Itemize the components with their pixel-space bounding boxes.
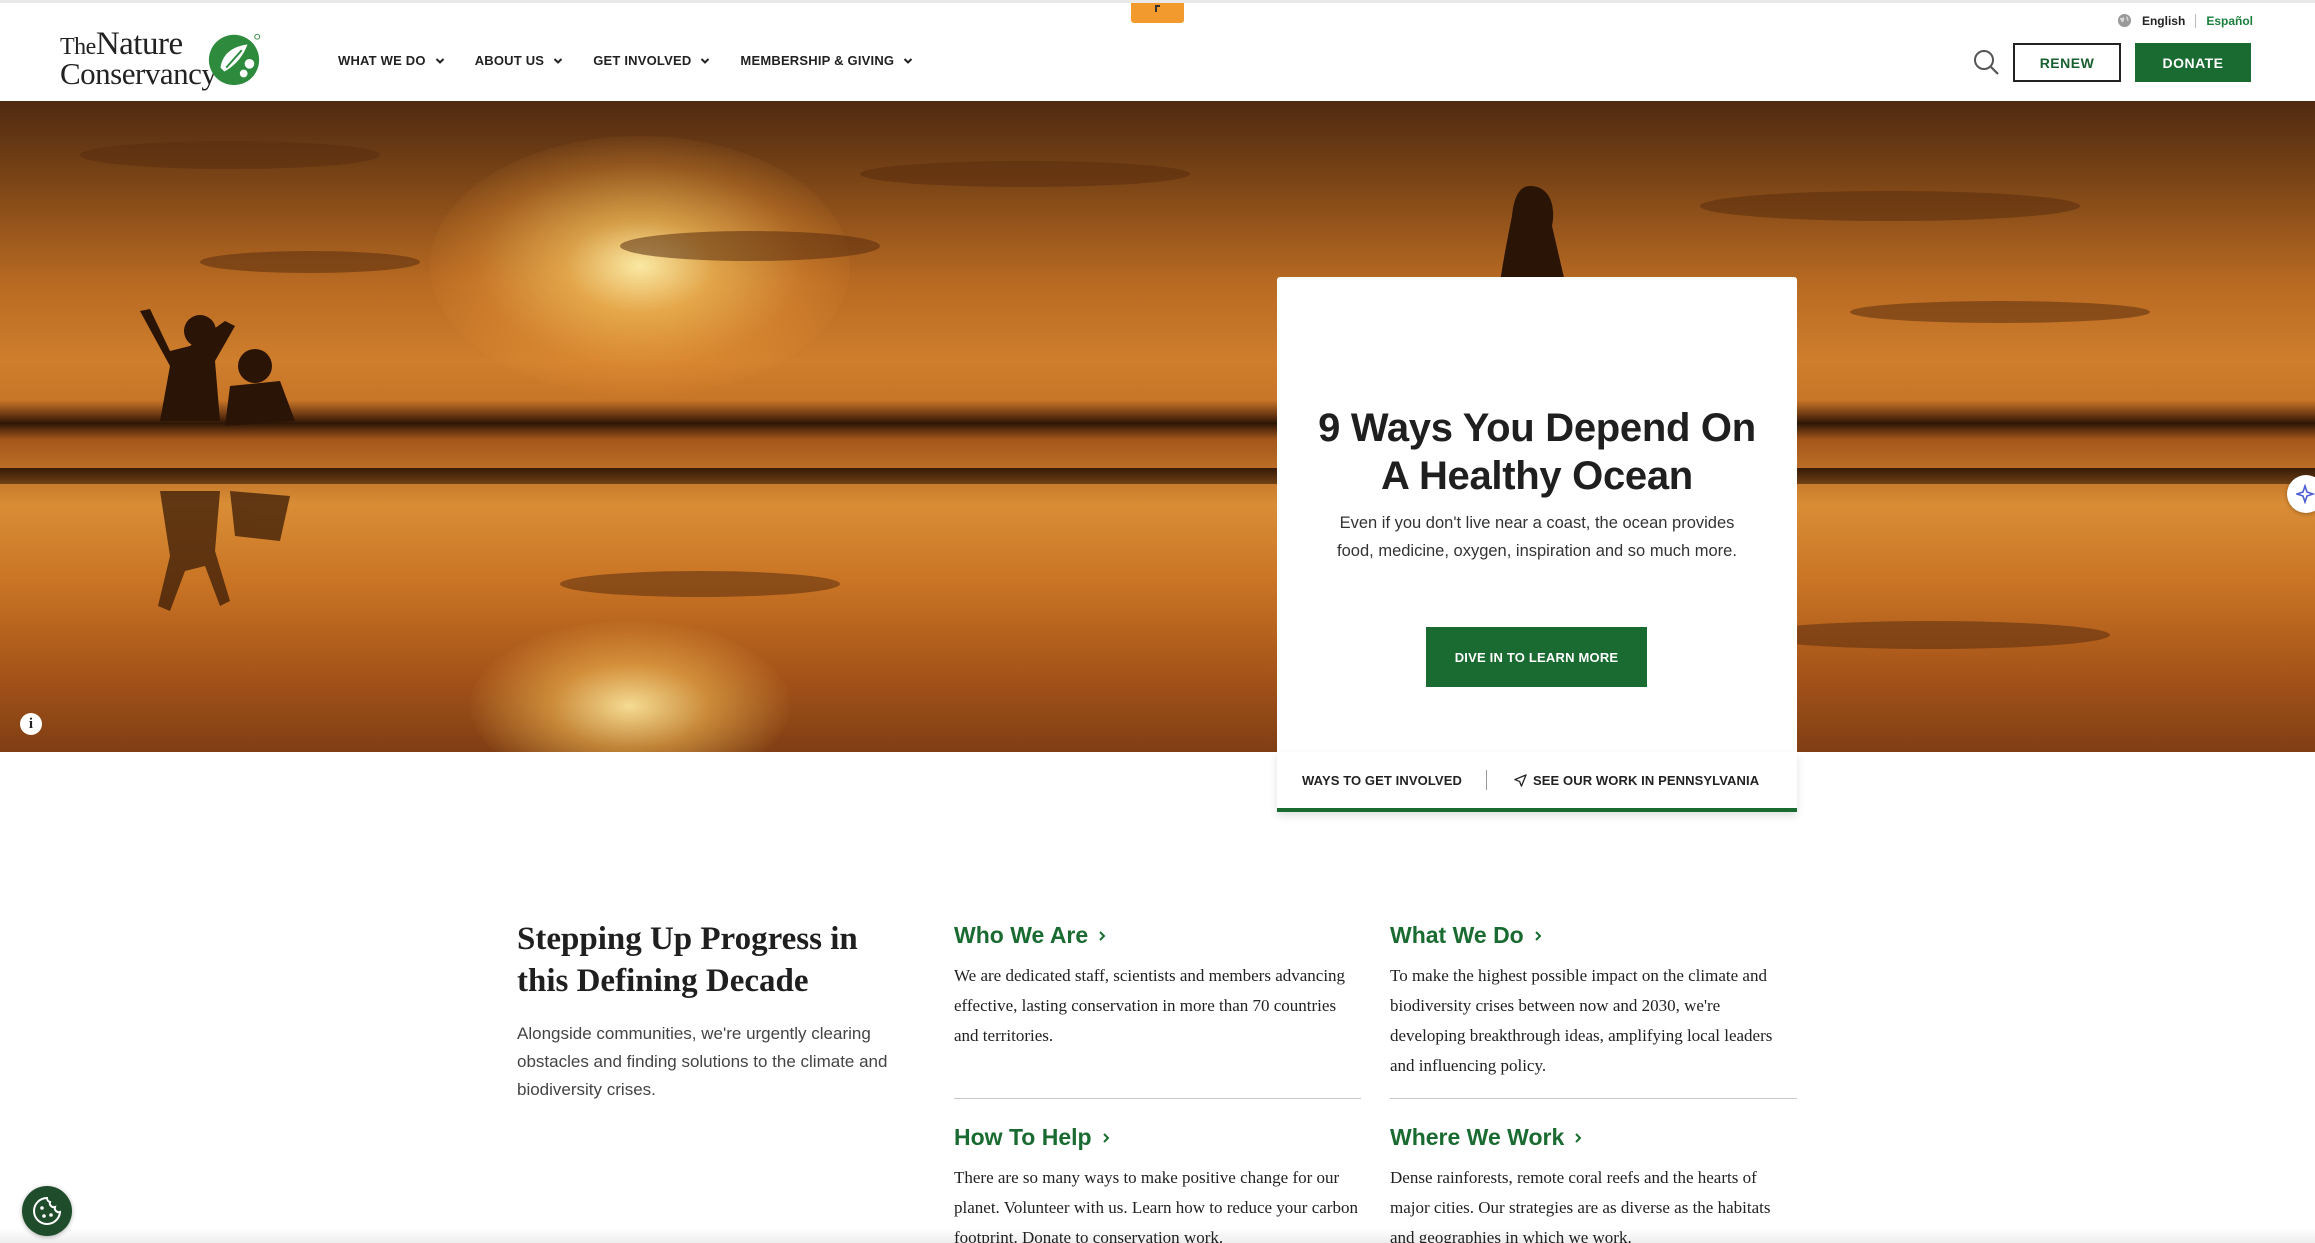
nav-item-membership-giving[interactable]: MEMBERSHIP & GIVING [740,53,913,68]
how-to-help-link[interactable]: How To Help [954,1124,1361,1151]
feedback-tab[interactable] [1131,3,1184,23]
where-we-work-link[interactable]: Where We Work [1390,1124,1797,1151]
language-switcher: English Español [2117,13,2253,28]
section-divider [1390,1098,1797,1099]
nav-item-get-involved[interactable]: GET INVOLVED [593,53,710,68]
chevron-right-icon [1575,1132,1582,1143]
section-title: What We Do [1390,922,1524,948]
chevron-right-icon [1099,930,1106,941]
section-text: To make the highest possible impact on t… [1390,966,1773,1075]
sun-glow [430,136,850,396]
chevron-down-icon [904,57,913,64]
main-nav: WHAT WE DO ABOUT US GET INVOLVED MEMBERS… [338,53,943,68]
section-who-we-are: Who We Are We are dedicated staff, scien… [954,922,1361,1051]
nav-label: GET INVOLVED [593,53,692,68]
link-divider [1485,770,1487,790]
logo-conservancy: Conservancy [60,55,217,91]
intro-title: Stepping Up Progress in this Defining De… [517,921,858,999]
section-text: We are dedicated staff, scientists and m… [954,966,1346,1045]
intro-body: Alongside communities, we're urgently cl… [517,1024,888,1099]
donate-button[interactable]: DONATE [2135,43,2251,82]
chevron-right-icon [1535,930,1542,941]
who-we-are-link[interactable]: Who We Are [954,922,1361,949]
what-we-do-link[interactable]: What We Do [1390,922,1797,949]
info-icon[interactable]: i [20,713,42,735]
chevron-down-icon [435,57,444,64]
cloud [560,571,840,597]
language-english[interactable]: English [2142,14,2185,28]
section-divider [954,1098,1361,1099]
hero-image: i [0,101,2315,752]
chevron-down-icon [553,57,563,64]
sun-reflection [470,621,790,752]
feature-card: 9 Ways You Depend On A Healthy Ocean Eve… [1277,277,1797,752]
feature-card-links: WAYS TO GET INVOLVED SEE OUR WORK IN PEN… [1277,752,1797,812]
cookie-icon [33,1196,62,1225]
person-silhouette [1500,186,1565,282]
logo-wordmark: TheNature Conservancy [60,27,217,91]
feedback-icon [1155,5,1160,12]
feature-card-body: Even if you don't live near a coast, the… [1337,514,1737,560]
cloud [1750,621,2110,649]
chevron-right-icon [1102,1132,1109,1143]
location-arrow-icon [1514,773,1527,787]
language-espanol[interactable]: Español [2206,14,2253,28]
nav-item-about-us[interactable]: ABOUT US [475,53,564,68]
ai-assistant-sparkle-icon[interactable] [2287,475,2315,513]
search-icon[interactable] [1972,48,2000,76]
cloud [200,251,420,273]
section-how-to-help: How To Help There are so many ways to ma… [954,1124,1361,1243]
logo[interactable]: TheNature Conservancy [60,27,270,89]
section-what-we-do: What We Do To make the highest possible … [1390,922,1797,1081]
cloud [860,161,1190,187]
section-title: Where We Work [1390,1124,1565,1150]
dive-in-button[interactable]: DIVE IN TO LEARN MORE [1426,627,1647,687]
nav-label: WHAT WE DO [338,53,426,68]
see-our-work-link[interactable]: SEE OUR WORK IN PENNSYLVANIA [1514,773,1759,788]
feature-card-title: 9 Ways You Depend On A Healthy Ocean [1318,406,1756,498]
see-our-work-label: SEE OUR WORK IN PENNSYLVANIA [1532,772,1760,788]
cloud [1700,191,2080,221]
section-title: Who We Are [954,922,1089,948]
children-silhouette [140,309,295,611]
cloud [80,141,380,169]
section-where-we-work: Where We Work Dense rainforests, remote … [1390,1124,1797,1243]
cloud [1850,301,2150,323]
ways-to-get-involved-link[interactable]: WAYS TO GET INVOLVED [1302,773,1462,788]
section-title: How To Help [954,1124,1092,1150]
site-header: TheNature Conservancy WHAT WE DO ABOUT U… [0,0,2315,101]
chevron-down-icon [701,57,710,64]
cloud [620,231,880,261]
globe-icon [2117,13,2132,28]
language-divider [2195,13,2197,28]
viewport-bottom-shadow [0,1228,2315,1243]
nav-item-what-we-do[interactable]: WHAT WE DO [338,53,445,68]
nav-label: ABOUT US [474,53,545,68]
renew-button[interactable]: RENEW [2013,43,2121,82]
horizon-line [0,468,2315,484]
leaf-logo-icon [208,33,261,86]
nav-label: MEMBERSHIP & GIVING [740,53,895,68]
cookie-settings-button[interactable] [22,1186,72,1236]
